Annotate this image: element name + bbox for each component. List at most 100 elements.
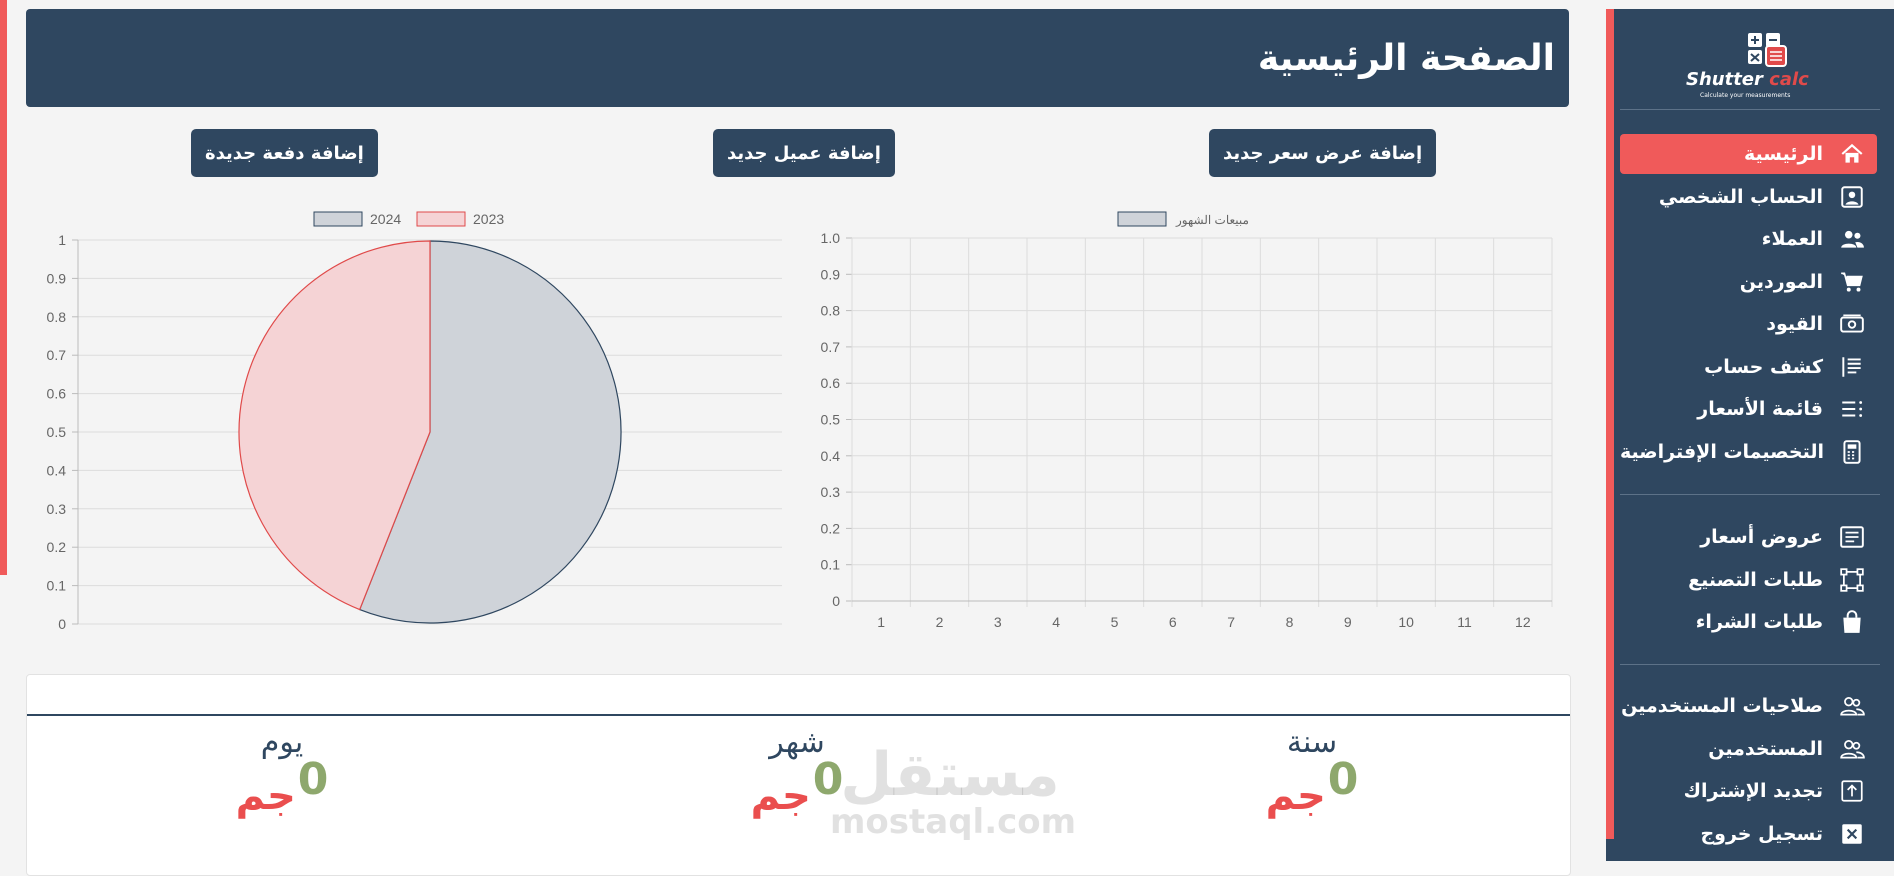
stat-month-label: شهر	[769, 725, 825, 760]
sidebar-item-label: الحساب الشخصي	[1658, 185, 1823, 208]
close-icon	[1837, 819, 1867, 849]
stat-year-number: 0	[1327, 754, 1359, 805]
brand-name-text: Shutter calc	[1686, 69, 1809, 90]
sidebar-item-permissions[interactable]: صلاحيات المستخدمين	[1620, 686, 1877, 726]
sidebar: Shutter calc Calculate your measurements…	[1606, 9, 1894, 861]
sidebar-item-upload[interactable]: تجديد الإشتراك	[1620, 771, 1877, 811]
y-tick-label: 0.6	[821, 375, 841, 391]
list-icon	[1837, 394, 1867, 424]
x-tick-label: 8	[1286, 614, 1294, 630]
sidebar-item-label: تسجيل خروج	[1700, 822, 1823, 845]
yearly-pie-chart: 2024 2023 0 0.1 0.2 0.3 0.4 0.5 0.6 0.7 0.8 0.9 1	[47, 211, 782, 632]
sidebar-item-manufacture[interactable]: طلبات التصنيع	[1620, 560, 1877, 600]
users-icon	[1837, 224, 1867, 254]
upload-icon	[1837, 776, 1867, 806]
x-tick-label: 6	[1169, 614, 1177, 630]
permissions-icon	[1837, 691, 1867, 721]
legend-label-2023: 2023	[473, 211, 504, 227]
y-tick-label: 0.8	[821, 303, 841, 319]
statement-icon	[1837, 352, 1867, 382]
y-tick-label: 0.1	[47, 578, 67, 594]
sidebar-item-label: الموردين	[1739, 270, 1823, 293]
y-tick-label: 0.7	[47, 347, 67, 363]
y-tick-label: 0.3	[47, 501, 67, 517]
monthly-sales-line-chart: مبيعات الشهور 0 0.1 0.2 0.3 0.4 0.5 0.6 0.7 0.8 0.…	[821, 211, 1553, 630]
page-title: الصفحة الرئيسية	[1257, 37, 1555, 79]
stat-day-label: يوم	[260, 725, 304, 760]
x-tick-label: 12	[1515, 614, 1531, 630]
stat-day-value: 0 جم	[182, 758, 382, 817]
stat-year-value: 0 جم	[1212, 758, 1412, 819]
left-accent-strip	[0, 0, 7, 575]
calculator-logo-icon	[1748, 33, 1787, 67]
sidebar-item-money[interactable]: القيود	[1620, 304, 1877, 344]
x-tick-label: 7	[1227, 614, 1235, 630]
sidebar-item-profile[interactable]: الحساب الشخصي	[1620, 177, 1877, 217]
users-outline-icon	[1837, 734, 1867, 764]
y-tick-label: 0.9	[47, 270, 67, 286]
home-icon	[1837, 139, 1867, 169]
quote-icon	[1837, 522, 1867, 552]
legend-swatch-2024	[313, 211, 363, 227]
add-quote-button[interactable]: إضافة عرض سعر جديد	[1209, 129, 1437, 177]
x-tick-label: 11	[1457, 614, 1472, 630]
sidebar-item-cart[interactable]: الموردين	[1620, 262, 1877, 302]
sidebar-item-calculator[interactable]: التخصيمات الإفتراضية	[1620, 432, 1877, 472]
brand-tagline-text: Calculate your measurements	[1700, 92, 1790, 99]
sidebar-divider	[1620, 664, 1880, 665]
x-tick-label: 5	[1111, 614, 1119, 630]
stat-year-currency: جم	[1265, 773, 1326, 819]
sidebar-item-label: العملاء	[1761, 228, 1823, 250]
sidebar-item-label: التخصيمات الإفتراضية	[1620, 440, 1824, 463]
legend-swatch-2023	[416, 211, 466, 227]
y-tick-label: 0.5	[821, 412, 841, 428]
y-tick-label: 0.9	[821, 266, 841, 282]
sidebar-item-users-outline[interactable]: المستخدمين	[1620, 729, 1877, 769]
sidebar-item-label: قائمة الأسعار	[1697, 398, 1823, 420]
sidebar-item-label: المستخدمين	[1708, 737, 1823, 760]
stat-year: سنة 0 جم	[1212, 725, 1412, 816]
sidebar-item-list[interactable]: قائمة الأسعار	[1620, 389, 1877, 429]
sidebar-item-label: صلاحيات المستخدمين	[1621, 695, 1823, 717]
sidebar-item-quote[interactable]: عروض أسعار	[1620, 517, 1877, 557]
stat-day-number: 0	[297, 754, 329, 805]
sidebar-item-statement[interactable]: كشف حساب	[1620, 347, 1877, 387]
stat-month-value: 0 جم	[697, 758, 897, 819]
y-tick-label: 0	[58, 616, 66, 632]
y-tick-label: 0.4	[47, 462, 67, 478]
brand-logo[interactable]: Shutter calc Calculate your measurements	[1686, 31, 1846, 101]
sidebar-item-home[interactable]: الرئيسية	[1620, 134, 1877, 174]
sidebar-item-users[interactable]: العملاء	[1620, 219, 1877, 259]
sidebar-item-label: عروض أسعار	[1700, 526, 1823, 548]
add-client-button[interactable]: إضافة عميل جديد	[713, 129, 895, 177]
x-tick-label: 4	[1052, 614, 1060, 630]
sidebar-item-label: القيود	[1766, 313, 1823, 335]
y-tick-label: 0.7	[821, 339, 841, 355]
sidebar-item-close[interactable]: تسجيل خروج	[1620, 814, 1877, 854]
y-tick-label: 0.2	[47, 539, 67, 555]
stat-month-currency: جم	[750, 773, 811, 819]
x-tick-label: 3	[994, 614, 1002, 630]
sidebar-item-label: كشف حساب	[1704, 355, 1823, 378]
money-icon	[1837, 309, 1867, 339]
y-tick-label: 0.1	[821, 557, 841, 573]
sidebar-divider	[1620, 494, 1880, 495]
cart-icon	[1837, 267, 1867, 297]
stat-month: شهر 0 جم	[697, 725, 897, 816]
bag-icon	[1837, 607, 1867, 637]
x-tick-label: 10	[1398, 614, 1414, 630]
calculator-icon	[1838, 437, 1867, 467]
sidebar-item-bag[interactable]: طلبات الشراء	[1620, 602, 1877, 642]
y-tick-label: 0.3	[821, 484, 841, 500]
y-tick-label: 1	[58, 232, 66, 248]
stat-year-label: سنة	[1286, 725, 1338, 760]
x-tick-label: 2	[936, 614, 944, 630]
add-payment-button[interactable]: إضافة دفعة جديدة	[191, 129, 378, 177]
y-tick-label: 0	[832, 593, 840, 609]
sidebar-item-label: تجديد الإشتراك	[1683, 780, 1823, 802]
page-header: الصفحة الرئيسية	[26, 9, 1569, 107]
stats-card: سنة 0 جم شهر 0 جم يوم 0 جم	[26, 674, 1571, 876]
y-tick-label: 0.8	[47, 309, 67, 325]
legend-swatch	[1117, 211, 1167, 227]
y-tick-label: 1.0	[821, 230, 841, 246]
